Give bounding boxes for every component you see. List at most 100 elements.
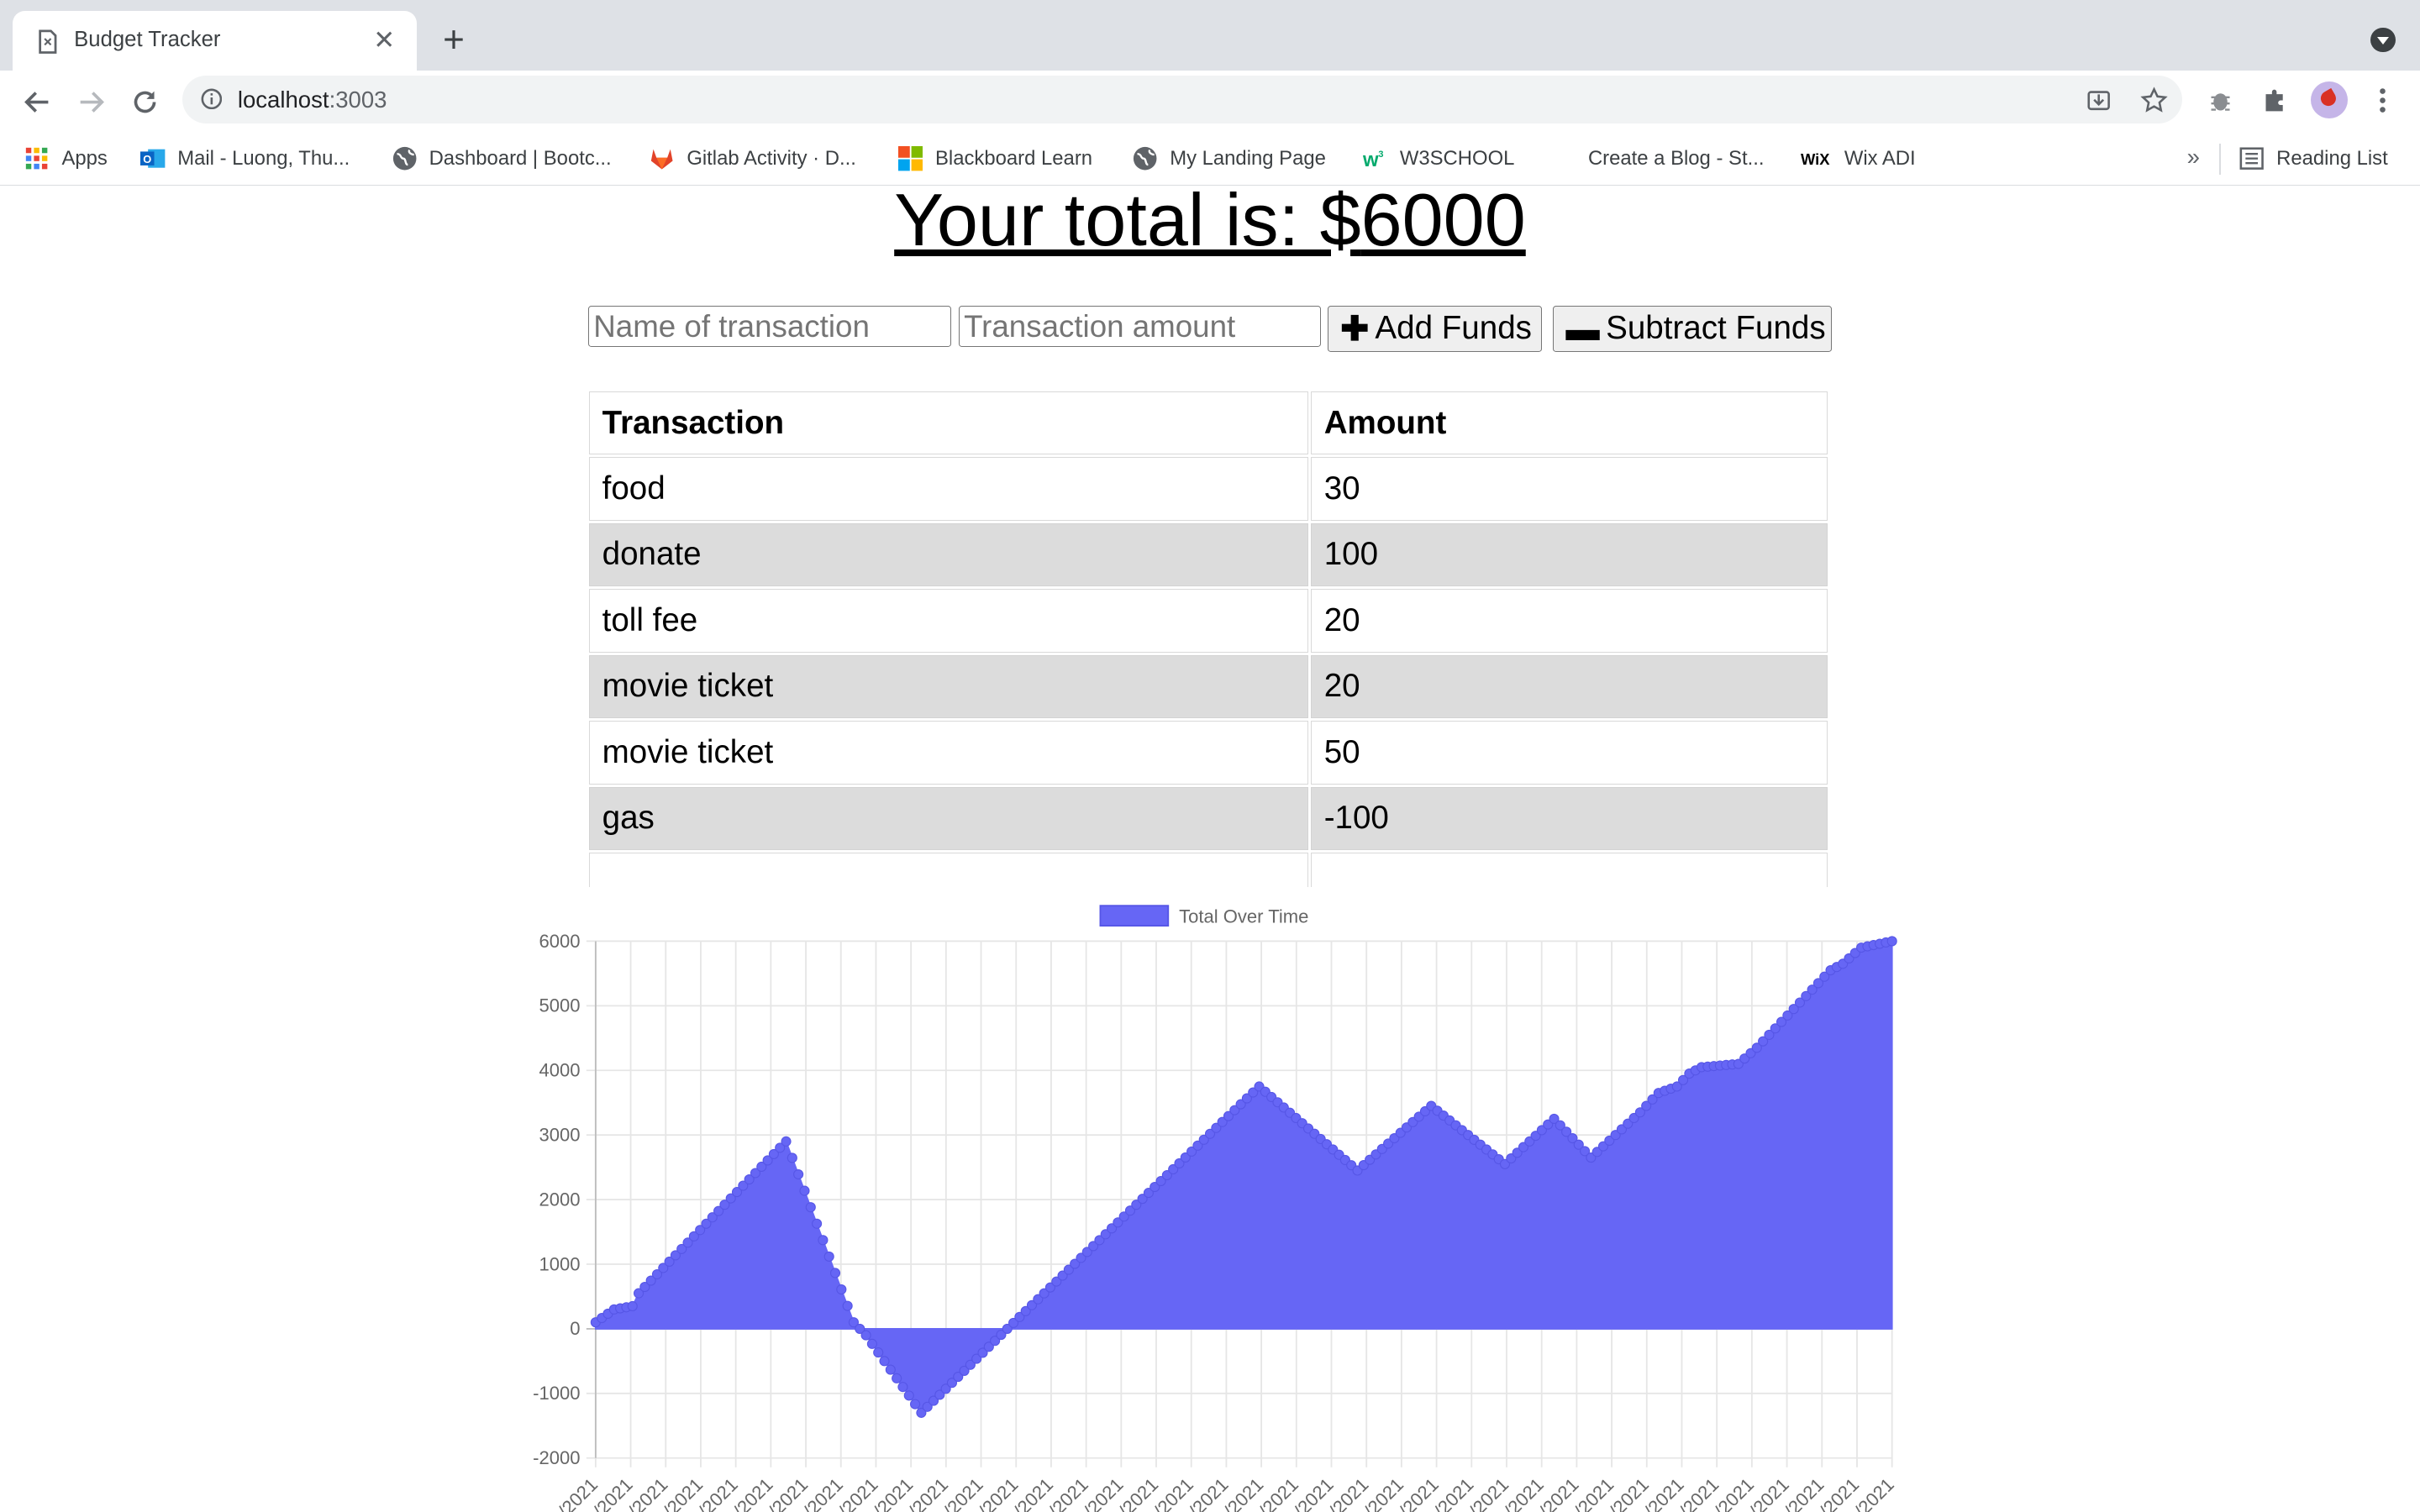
back-icon[interactable] — [15, 81, 58, 123]
bookmark-blackboard[interactable]: Blackboard Learn — [897, 145, 1093, 173]
w3schools-icon: w3 — [1363, 149, 1383, 171]
transaction-name-cell — [588, 853, 1308, 888]
data-point — [823, 1251, 834, 1262]
total-over-time-chart: 6000500040003000200010000-1000-2000/2021… — [533, 905, 1898, 1512]
y-tick-label: 2000 — [539, 1189, 581, 1210]
transaction-amount-cell: -100 — [1311, 786, 1828, 850]
data-point — [830, 1268, 841, 1278]
table-header-transaction: Transaction — [588, 391, 1308, 455]
table-header-amount: Amount — [1311, 391, 1828, 455]
total-label: Your total is: $ — [894, 186, 1361, 262]
legend-label: Total Over Time — [1179, 906, 1308, 927]
bookmark-mail[interactable]: O Mail - Luong, Thu... — [140, 145, 350, 173]
data-point — [786, 1152, 798, 1163]
bookmarks-bar: Apps O Mail - Luong, Thu... Dashboard | … — [0, 129, 2420, 186]
forward-icon[interactable] — [70, 81, 113, 123]
bookmark-label: Dashboard | Bootc... — [429, 147, 612, 171]
table-row: movie ticket 20 — [588, 654, 1828, 719]
bookmark-apps[interactable]: Apps — [24, 145, 108, 173]
page-favicon-icon — [39, 29, 57, 54]
svg-text:WiX: WiX — [1801, 151, 1830, 169]
transaction-amount-cell: 20 — [1311, 589, 1828, 653]
browser-tabstrip: Budget Tracker ✕ + — [0, 0, 2420, 71]
data-point — [903, 1390, 914, 1401]
data-point — [892, 1373, 902, 1383]
bookmark-label: Blackboard Learn — [935, 147, 1093, 171]
transaction-amount-cell: 50 — [1311, 721, 1828, 785]
more-bookmarks-icon[interactable]: » — [2187, 144, 2200, 171]
svg-text:w: w — [1363, 149, 1379, 171]
browser-menu-icon[interactable] — [2365, 81, 2402, 118]
blank-icon — [1551, 146, 1576, 171]
url-host: localhost — [237, 86, 329, 113]
y-tick-label: 1000 — [539, 1253, 581, 1274]
table-row: gas -100 — [588, 786, 1828, 850]
data-point — [885, 1364, 896, 1375]
transaction-amount-cell: 100 — [1311, 522, 1828, 587]
address-bar[interactable]: localhost:3003 — [182, 75, 2183, 123]
apps-grid-icon — [26, 148, 48, 170]
series-area — [595, 940, 1893, 1415]
legend-swatch — [1099, 905, 1170, 927]
tab-search-icon[interactable] — [2370, 28, 2396, 53]
browser-toolbar: localhost:3003 — [0, 71, 2420, 130]
data-point — [879, 1356, 890, 1367]
data-point — [860, 1330, 871, 1341]
transaction-amount-cell: 20 — [1311, 654, 1828, 719]
bookmark-landing-page[interactable]: My Landing Page — [1133, 145, 1326, 173]
profile-avatar[interactable] — [2310, 81, 2348, 119]
reading-list-label: Reading List — [2276, 147, 2388, 171]
site-info-icon[interactable] — [201, 88, 223, 110]
data-point — [910, 1399, 921, 1410]
table-row: food 30 — [588, 457, 1828, 521]
data-point — [818, 1235, 829, 1246]
new-tab-icon[interactable]: + — [435, 21, 472, 59]
transaction-amount-cell: 30 — [1311, 457, 1828, 521]
transaction-amount-input[interactable] — [958, 305, 1322, 348]
browser-tab[interactable]: Budget Tracker ✕ — [12, 10, 417, 71]
data-point — [781, 1136, 792, 1147]
install-app-icon[interactable] — [2084, 85, 2115, 116]
extension-bug-icon[interactable] — [2202, 81, 2239, 118]
data-point — [842, 1300, 853, 1311]
y-tick-label: 6000 — [539, 931, 581, 952]
table-row: donate 100 — [588, 522, 1828, 587]
bookmark-star-icon[interactable] — [2139, 85, 2170, 116]
transaction-name-cell: food — [588, 457, 1308, 521]
y-tick-label: 5000 — [539, 995, 581, 1016]
tab-close-icon[interactable]: ✕ — [367, 24, 401, 57]
url-text[interactable]: localhost:3003 — [238, 87, 387, 113]
bookmark-wix[interactable]: WiX Wix ADI — [1801, 145, 1915, 173]
wix-icon: WiX — [1801, 151, 1830, 169]
data-point — [805, 1202, 816, 1213]
bookmark-create-blog[interactable]: Create a Blog - St... — [1551, 145, 1765, 173]
data-point — [627, 1300, 638, 1311]
reading-list-button[interactable]: Reading List — [2239, 145, 2388, 173]
extensions-puzzle-icon[interactable] — [2256, 81, 2293, 118]
reload-icon[interactable] — [124, 81, 166, 123]
bookmark-label: My Landing Page — [1170, 147, 1326, 171]
bookmark-w3school[interactable]: w3 W3SCHOOL — [1363, 145, 1515, 173]
transaction-name-cell: gas — [588, 786, 1308, 850]
svg-text:O: O — [143, 154, 151, 166]
subtract-funds-button[interactable]: ▬ Subtract Funds — [1552, 305, 1833, 352]
transaction-name-input[interactable] — [587, 305, 951, 348]
transaction-amount-cell — [1311, 853, 1828, 888]
bookmark-label: Wix ADI — [1844, 147, 1916, 171]
bookmark-dashboard[interactable]: Dashboard | Bootc... — [392, 145, 612, 173]
globe-icon — [392, 147, 416, 171]
microsoft-icon — [897, 146, 923, 171]
data-point — [897, 1381, 908, 1393]
total-heading: Your total is: $6000 — [0, 186, 2420, 263]
bookmark-label: Mail - Luong, Thu... — [177, 147, 350, 171]
data-point — [836, 1284, 847, 1295]
page-content: Your total is: $6000 ✚Add Funds ▬Subtrac… — [0, 186, 2420, 1512]
transactions-table-wrapper[interactable]: Transaction Amount food 30 donate 100 toll… — [588, 389, 1832, 888]
y-tick-label: -2000 — [533, 1447, 580, 1468]
bookmark-label: Create a Blog - St... — [1587, 147, 1765, 171]
y-tick-label: 0 — [570, 1318, 580, 1339]
globe-icon — [1134, 147, 1157, 171]
bookmark-gitlab[interactable]: Gitlab Activity · D... — [650, 145, 856, 173]
outlook-icon: O — [140, 150, 166, 169]
add-funds-button[interactable]: ✚ Add Funds — [1327, 305, 1542, 352]
